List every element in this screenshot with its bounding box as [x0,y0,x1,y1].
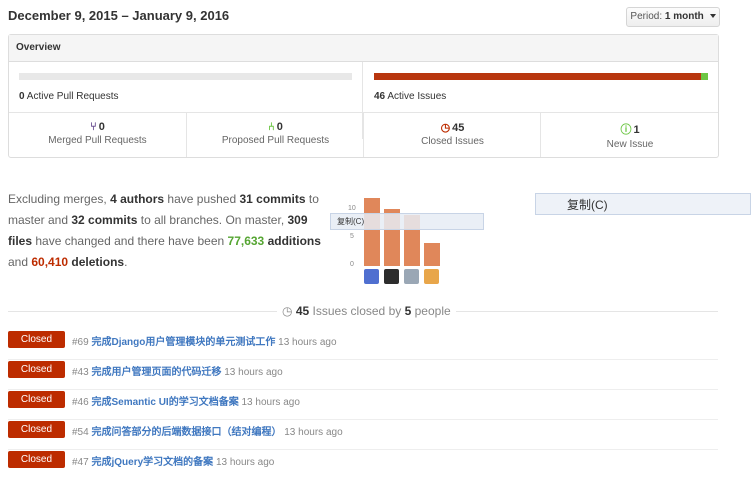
closed-issue-row[interactable]: Closed #54 完成问答部分的后端数据接口（结对编程） 13 hours … [8,420,718,450]
active-issues[interactable]: 46 Active Issues [374,91,446,102]
closed-issue-row[interactable]: Closed #43 完成用户管理页面的代码迁移 13 hours ago [8,360,718,390]
contributor-avatar[interactable] [384,269,399,284]
closed-heading-text: Issues closed by [312,304,402,318]
additions-word: additions [267,234,321,248]
period-dropdown[interactable]: Period: 1 month [626,7,720,27]
new-issue-cell[interactable]: ⓘ 1 New Issue [540,113,719,157]
active-pr-count: 0 [19,91,25,102]
closed-badge: Closed [8,361,65,378]
issue-time: 13 hours ago [278,337,337,348]
closed-badge: Closed [8,331,65,348]
active-pull-requests[interactable]: 0 Active Pull Requests [19,91,119,102]
overview-title: Overview [9,35,718,62]
summary-text: . [124,255,128,269]
closed-issues-cell[interactable]: ◷ 45 Closed Issues [363,113,541,157]
issue-closed-icon: ◷ [440,122,451,134]
closed-issue-row[interactable]: Closed #46 完成Semantic UI的学习文档备案 13 hours… [8,390,718,420]
authors-count: 4 authors [110,192,165,206]
closed-count: 45 [295,304,310,318]
active-pr-label: Active Pull Requests [26,91,119,102]
merged-pr-count: 0 [98,121,105,133]
issue-opened-icon: ⓘ [620,124,632,136]
contributor-avatar[interactable] [364,269,379,284]
overview-panel: Overview 0 Active Pull Requests 46 Activ… [8,34,719,158]
proposed-pr-label: Proposed Pull Requests [221,135,330,146]
closed-issues-label: Closed Issues [421,136,484,147]
proposed-pr-count: 0 [276,121,283,133]
closed-badge: Closed [8,451,65,468]
issue-time: 13 hours ago [224,367,283,378]
commit-summary: Excluding merges, 4 authors have pushed … [8,189,326,273]
closed-badge: Closed [8,391,65,408]
git-merge-icon: ⑂ [90,121,97,133]
summary-text: to all branches. On master, [140,213,285,227]
issue-number: #47 [72,457,89,468]
issue-time: 13 hours ago [215,457,275,468]
summary-text: and [8,255,29,269]
all-commits-count: 32 commits [71,213,138,227]
date-range-title: December 9, 2015 – January 9, 2016 [8,8,230,23]
issue-number: #69 [72,337,89,348]
issue-title-link[interactable]: 完成jQuery学习文档的备案 [91,457,213,468]
closed-heading-text: people [414,304,451,318]
issue-number: #43 [72,367,89,378]
additions-count: 77,633 [227,234,265,248]
period-label: Period: [630,11,663,22]
merged-pull-requests-cell[interactable]: ⑂ 0 Merged Pull Requests [9,113,186,157]
issue-title-link[interactable]: 完成Django用户管理模块的单元测试工作 [91,337,275,348]
summary-text: have pushed [167,192,237,206]
active-issues-label: Active Issues [387,91,447,102]
issue-title-link[interactable]: 完成用户管理页面的代码迁移 [91,367,221,378]
closed-issues-count: 45 [452,122,465,134]
issue-number: #46 [72,397,89,408]
period-value: 1 month [664,11,704,22]
issue-closed-icon: ◷ [282,304,293,318]
open-issue-segment [701,73,708,80]
merged-pr-label: Merged Pull Requests [48,135,147,146]
git-pull-request-icon: ⑃ [268,121,275,133]
issue-number: #54 [72,427,89,438]
issue-title-link[interactable]: 完成问答部分的后端数据接口（结对编程） [91,427,281,438]
new-issue-label: New Issue [606,139,654,150]
issue-title-link[interactable]: 完成Semantic UI的学习文档备案 [91,397,238,408]
contributor-avatar[interactable] [404,269,419,284]
context-menu-copy[interactable]: 复制(C) [535,193,751,215]
contributor-commit-bar [364,198,380,266]
deletions-count: 60,410 [31,255,69,269]
summary-text: have changed and there have been [35,234,225,248]
y-tick-label: 10 [348,205,356,212]
contributor-commit-bar [424,243,440,266]
people-count: 5 [404,304,412,318]
issue-time: 13 hours ago [284,427,343,438]
issue-time: 13 hours ago [241,397,300,408]
deletions-word: deletions [71,255,125,269]
y-tick-label: 0 [350,261,354,268]
active-issues-count: 46 [374,91,386,102]
closed-badge: Closed [8,421,65,438]
closed-issue-row[interactable]: Closed #69 完成Django用户管理模块的单元测试工作 13 hour… [8,330,718,360]
master-commits-count: 31 commits [239,192,306,206]
y-tick-label: 5 [350,233,354,240]
proposed-pull-requests-cell[interactable]: ⑃ 0 Proposed Pull Requests [186,113,364,157]
chevron-down-icon [709,14,716,19]
context-menu-copy-small[interactable]: 复制(C) [330,213,484,230]
contributor-avatar[interactable] [424,269,439,284]
issue-progress-bar [374,73,708,80]
pull-request-progress-bar [19,73,352,80]
closed-issue-row[interactable]: Closed #47 完成jQuery学习文档的备案 13 hours ago [8,450,718,479]
closed-issues-heading: ◷ 45 Issues closed by 5 people [277,304,456,318]
summary-text: Excluding merges, [8,192,107,206]
new-issue-count: 1 [633,124,640,136]
